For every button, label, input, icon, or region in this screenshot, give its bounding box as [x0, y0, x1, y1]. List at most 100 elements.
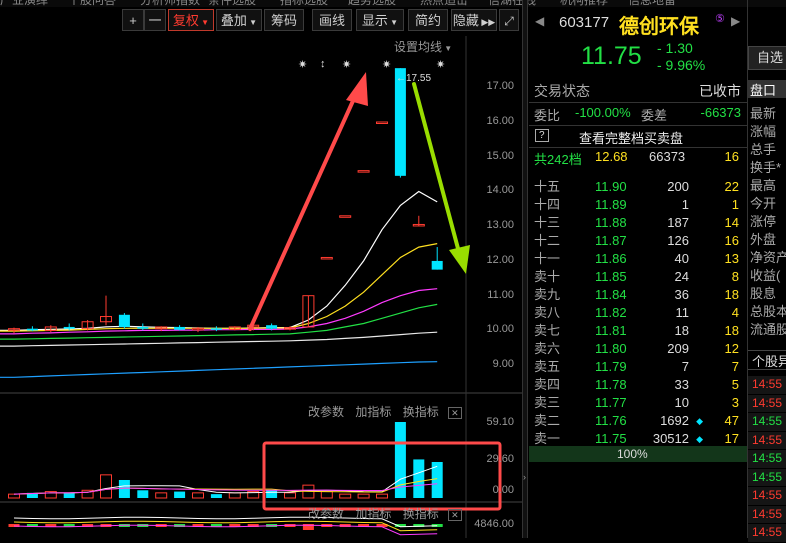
side-item-label: 今开 — [750, 196, 777, 211]
yincang-button[interactable]: 隐藏 ▶▶ — [451, 9, 497, 31]
orderbook-row[interactable]: 卖五 11.79 7 7 — [529, 358, 747, 376]
total-depth-count: 16 — [724, 149, 739, 164]
collapse-handle-icon[interactable]: › — [523, 472, 526, 482]
tick-time: 14:55 — [748, 487, 786, 506]
ask-progress-label: 100% — [617, 447, 648, 461]
forward-arrow-icon[interactable]: ▶ — [731, 14, 740, 28]
nav-item[interactable]: 趋势选股 — [348, 0, 396, 7]
volume-bar — [376, 493, 388, 499]
chouma-button[interactable]: 筹码 — [264, 9, 304, 31]
side-item-label: 股息 — [750, 286, 777, 301]
orderbook-row[interactable]: 卖四 11.78 33 5 — [529, 376, 747, 394]
orderbook-price: 11.79 — [595, 359, 627, 374]
fuquan-dropdown[interactable]: 复权 ▼ — [168, 9, 214, 31]
orderbook-volume: 200 — [667, 179, 689, 194]
swap-indicator-button[interactable]: 换指标 — [403, 405, 439, 419]
change-params-button[interactable]: 改参数 — [308, 507, 344, 521]
jianjie-button[interactable]: 简约 — [408, 9, 448, 31]
tab-pankou[interactable]: 盘口 — [748, 80, 786, 98]
macd-tick: 4846.00 — [474, 518, 514, 530]
tick-time: 14:55 — [748, 468, 786, 487]
orderbook-row[interactable]: 卖三 11.77 10 3 — [529, 394, 747, 412]
orderbook-price: 11.85 — [595, 269, 627, 284]
orderbook-row[interactable]: 卖十 11.85 24 8 — [529, 268, 747, 286]
orderbook-level-label: 卖三 — [534, 395, 561, 410]
orderbook-row[interactable]: 十一 11.86 40 13 — [529, 250, 747, 268]
orderbook-row[interactable]: 卖二 11.76 1692 47 ◆ — [529, 412, 747, 430]
zoom-out-button[interactable]: 一 — [144, 9, 166, 31]
side-item-label: 收益( — [750, 268, 781, 283]
nav-item[interactable]: 个股问答 — [68, 0, 116, 7]
orderbook-level-label: 卖六 — [534, 341, 561, 356]
y-axis-tick: 9.00 — [492, 358, 514, 370]
marker-star[interactable]: ✷ — [436, 58, 445, 71]
zoom-in-button[interactable]: + — [122, 9, 144, 31]
orderbook-level-label: 十五 — [534, 179, 561, 194]
huaxian-button[interactable]: 画线 — [312, 9, 352, 31]
change-params-button[interactable]: 改参数 — [308, 405, 344, 419]
quote-panel: ◀ 603177 德创环保 ⑤ ▶ 11.75 - 1.30 - 9.96% 交… — [529, 0, 747, 538]
orderbook-count: 3 — [731, 395, 739, 410]
watchlist-button[interactable]: 自选 — [748, 46, 786, 70]
marker-star[interactable]: ✷ — [342, 58, 351, 71]
back-arrow-icon[interactable]: ◀ — [535, 14, 544, 28]
y-axis-tick: 11.00 — [487, 289, 514, 301]
orderbook-row[interactable]: 十四 11.89 1 1 — [529, 196, 747, 214]
diejia-dropdown[interactable]: 叠加 ▼ — [216, 9, 262, 31]
kline-chart-panel[interactable]: 设置均线 ▼ ✷ ↕ ✷ ✷ ✷ ←17.55 17.00 16.00 15.00 1… — [0, 36, 522, 538]
nav-item[interactable]: 条件选股 — [208, 0, 256, 7]
dropdown-arrow-icon: ▼ — [442, 44, 453, 53]
annotation-arrow-up — [248, 90, 359, 331]
ma-settings-link[interactable]: 设置均线 ▼ — [394, 38, 452, 55]
marker-star[interactable]: ✷ — [382, 58, 391, 71]
side-item-label: 总股本 — [750, 304, 786, 319]
orderbook-level-label: 卖七 — [534, 323, 561, 338]
stock-change: - 1.30 — [657, 40, 693, 56]
full-book-row[interactable]: ? 查看完整档买卖盘 — [529, 125, 747, 146]
candle-body — [339, 215, 352, 218]
orderbook-row[interactable]: 十五 11.90 200 22 — [529, 178, 747, 196]
volume-bar — [228, 492, 241, 499]
tab-pankou-label: 盘口 — [750, 83, 777, 98]
help-icon[interactable]: ? — [535, 129, 549, 142]
side-item-label: 总手 — [750, 142, 777, 157]
orderbook-price: 11.82 — [595, 305, 627, 320]
close-indicator-icon[interactable]: ✕ — [448, 407, 462, 419]
swap-indicator-button[interactable]: 换指标 — [403, 507, 439, 521]
marker-updown[interactable]: ↕ — [320, 58, 326, 70]
tick-time: 14:55 — [748, 524, 786, 543]
close-indicator-icon[interactable]: ✕ — [448, 509, 462, 521]
orderbook-row[interactable]: 卖七 11.81 18 18 — [529, 322, 747, 340]
total-depth-price: 12.68 — [595, 149, 628, 164]
annotation-arrowhead-up — [346, 72, 368, 106]
full-book-link[interactable]: 查看完整档买卖盘 — [579, 128, 683, 147]
nav-item[interactable]: 分析师指数 — [140, 0, 200, 7]
volume-bar — [137, 490, 149, 498]
ma-line — [0, 361, 438, 378]
nav-item[interactable]: 热点追击 — [420, 0, 468, 7]
orderbook-count: 14 — [724, 215, 739, 230]
candle-body — [63, 326, 75, 329]
panel-divider[interactable]: › — [522, 0, 528, 538]
nav-item[interactable]: 产业演绎 — [0, 0, 48, 7]
diff-label: 委差 — [641, 108, 668, 123]
orderbook-row[interactable]: 卖九 11.84 36 18 — [529, 286, 747, 304]
marker-star[interactable]: ✷ — [298, 58, 307, 71]
orderbook-count: 47 — [724, 413, 739, 428]
side-item-label: 流通股 — [750, 322, 786, 337]
vol-tick: 29.60 — [486, 453, 514, 465]
orderbook: 十五 11.90 200 22 十四 11.89 1 1 十三 11.88 187 14 十二 11.87… — [529, 178, 747, 448]
orderbook-row[interactable]: 卖八 11.82 11 4 — [529, 304, 747, 322]
vol-tick: 0.00 — [492, 484, 514, 496]
xianshi-dropdown[interactable]: 显示 ▼ — [356, 9, 404, 31]
orderbook-row[interactable]: 十二 11.87 126 16 — [529, 232, 747, 250]
add-indicator-button[interactable]: 加指标 — [355, 507, 391, 521]
tick-time: 14:55 — [748, 431, 786, 450]
orderbook-row[interactable]: 卖六 11.80 209 12 — [529, 340, 747, 358]
add-indicator-button[interactable]: 加指标 — [355, 405, 391, 419]
fullscreen-button[interactable]: ⤢ — [499, 9, 519, 31]
nav-item[interactable]: 指标选股 — [280, 0, 328, 7]
orderbook-count: 18 — [724, 323, 739, 338]
orderbook-row[interactable]: 十三 11.88 187 14 — [529, 214, 747, 232]
orderbook-count: 22 — [724, 179, 739, 194]
